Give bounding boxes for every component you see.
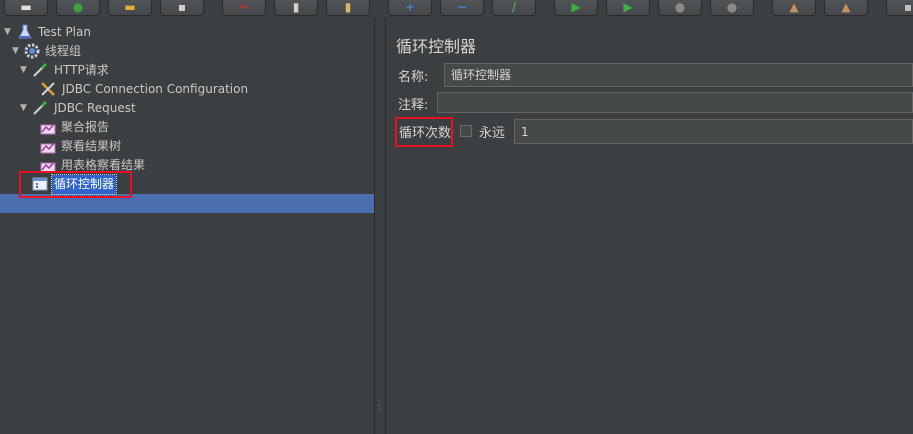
tree-node-thread-group[interactable]: ▼ 线程组 bbox=[0, 42, 370, 61]
comment-field[interactable] bbox=[437, 92, 913, 113]
clear-all-icon: ▲ bbox=[841, 0, 851, 14]
toolbar-button-cut[interactable]: ✂ bbox=[222, 0, 266, 16]
splitter-grip-icon: · · · bbox=[378, 397, 381, 414]
collapse-arrow-icon[interactable]: ▼ bbox=[20, 99, 29, 118]
collapse-icon: − bbox=[456, 0, 468, 14]
tree-node-label: JDBC Request bbox=[54, 101, 136, 115]
toolbar-button-search[interactable]: ▪ bbox=[886, 0, 913, 16]
sampler-pipette-icon bbox=[33, 100, 48, 115]
toolbar-button-shutdown[interactable]: ● bbox=[710, 0, 754, 16]
start-no-pauses-icon: ▶ bbox=[623, 0, 633, 14]
toolbar-button-expand[interactable]: + bbox=[388, 0, 432, 16]
toolbar-button-stop[interactable]: ● bbox=[658, 0, 702, 16]
toolbar-button-open[interactable]: ▬ bbox=[108, 0, 152, 16]
toggle-icon: / bbox=[511, 0, 517, 14]
collapse-arrow-icon[interactable]: ▼ bbox=[12, 42, 21, 61]
tree-node-label: 聚合报告 bbox=[61, 120, 110, 134]
loop-count-field[interactable]: 1 bbox=[514, 119, 913, 144]
new-icon: ▬ bbox=[20, 0, 32, 14]
toolbar-button-templates[interactable]: ● bbox=[56, 0, 100, 16]
sampler-pipette-icon bbox=[33, 62, 48, 77]
loop-controller-panel: 循环控制器 名称: 循环控制器 注释: 循环次数 永远 1 bbox=[386, 18, 913, 434]
toolbar-button-start[interactable]: ▶ bbox=[554, 0, 598, 16]
toolbar-button-clear-all[interactable]: ▲ bbox=[824, 0, 868, 16]
test-plan-icon bbox=[18, 24, 32, 39]
highlight-box-selected-node bbox=[19, 171, 132, 198]
panel-splitter[interactable]: · · · bbox=[374, 18, 386, 434]
tree-node-test-plan[interactable]: ▼ Test Plan bbox=[0, 23, 370, 42]
tree-node-jdbc-connection-config[interactable]: JDBC Connection Configuration bbox=[0, 80, 370, 99]
tree-node-label: JDBC Connection Configuration bbox=[62, 82, 249, 96]
comment-label: 注释: bbox=[398, 98, 429, 113]
main-toolbar: ▬ ● ▬ ▪ ✂ ▮ ▮ + − / ▶ ▶ ● ● ▲ ▲ ▪ bbox=[0, 0, 913, 18]
thread-group-gear-icon bbox=[24, 43, 40, 59]
tree-node-aggregate-report[interactable]: 聚合报告 bbox=[0, 118, 370, 137]
listener-chart-icon bbox=[40, 123, 56, 135]
tree-node-jdbc-request[interactable]: ▼ JDBC Request bbox=[0, 99, 370, 118]
tree-node-label: Test Plan bbox=[38, 25, 91, 39]
test-plan-tree: ▼ Test Plan ▼ 线程组 ▼ HTTP请求 JDBC Connecti… bbox=[0, 18, 374, 434]
collapse-arrow-icon[interactable]: ▼ bbox=[20, 61, 29, 80]
forever-label[interactable]: 永远 bbox=[479, 122, 505, 141]
listener-chart-icon bbox=[40, 142, 56, 154]
config-wrench-icon bbox=[41, 82, 55, 96]
toolbar-button-copy[interactable]: ▮ bbox=[274, 0, 318, 16]
cut-icon: ✂ bbox=[238, 0, 250, 14]
clear-icon: ▲ bbox=[789, 0, 799, 14]
toolbar-button-toggle[interactable]: / bbox=[492, 0, 536, 16]
search-icon: ▪ bbox=[903, 0, 913, 14]
tree-node-view-results-tree[interactable]: 察看结果树 bbox=[0, 137, 370, 156]
toolbar-button-save[interactable]: ▪ bbox=[160, 0, 204, 16]
tree-node-http-request[interactable]: ▼ HTTP请求 bbox=[0, 61, 370, 80]
expand-icon: + bbox=[404, 0, 416, 14]
tree-node-label: HTTP请求 bbox=[54, 63, 109, 77]
name-field[interactable]: 循环控制器 bbox=[444, 63, 913, 87]
paste-icon: ▮ bbox=[344, 0, 352, 14]
highlight-box-loop-count bbox=[395, 117, 453, 147]
start-icon: ▶ bbox=[571, 0, 581, 14]
open-icon: ▬ bbox=[124, 0, 136, 14]
collapse-arrow-icon[interactable]: ▼ bbox=[4, 23, 13, 42]
toolbar-button-new[interactable]: ▬ bbox=[4, 0, 48, 16]
forever-checkbox[interactable] bbox=[460, 125, 472, 137]
toolbar-button-start-no-pauses[interactable]: ▶ bbox=[606, 0, 650, 16]
tree-node-label: 线程组 bbox=[45, 44, 82, 58]
toolbar-button-clear[interactable]: ▲ bbox=[772, 0, 816, 16]
toolbar-button-collapse[interactable]: − bbox=[440, 0, 484, 16]
name-label: 名称: bbox=[398, 70, 429, 85]
templates-icon: ● bbox=[72, 0, 84, 14]
tree-node-label: 察看结果树 bbox=[61, 139, 122, 153]
save-icon: ▪ bbox=[177, 0, 187, 14]
page-title: 循环控制器 bbox=[396, 37, 477, 56]
copy-icon: ▮ bbox=[292, 0, 300, 14]
toolbar-button-paste[interactable]: ▮ bbox=[326, 0, 370, 16]
stop-icon: ● bbox=[674, 0, 686, 14]
shutdown-icon: ● bbox=[726, 0, 738, 14]
